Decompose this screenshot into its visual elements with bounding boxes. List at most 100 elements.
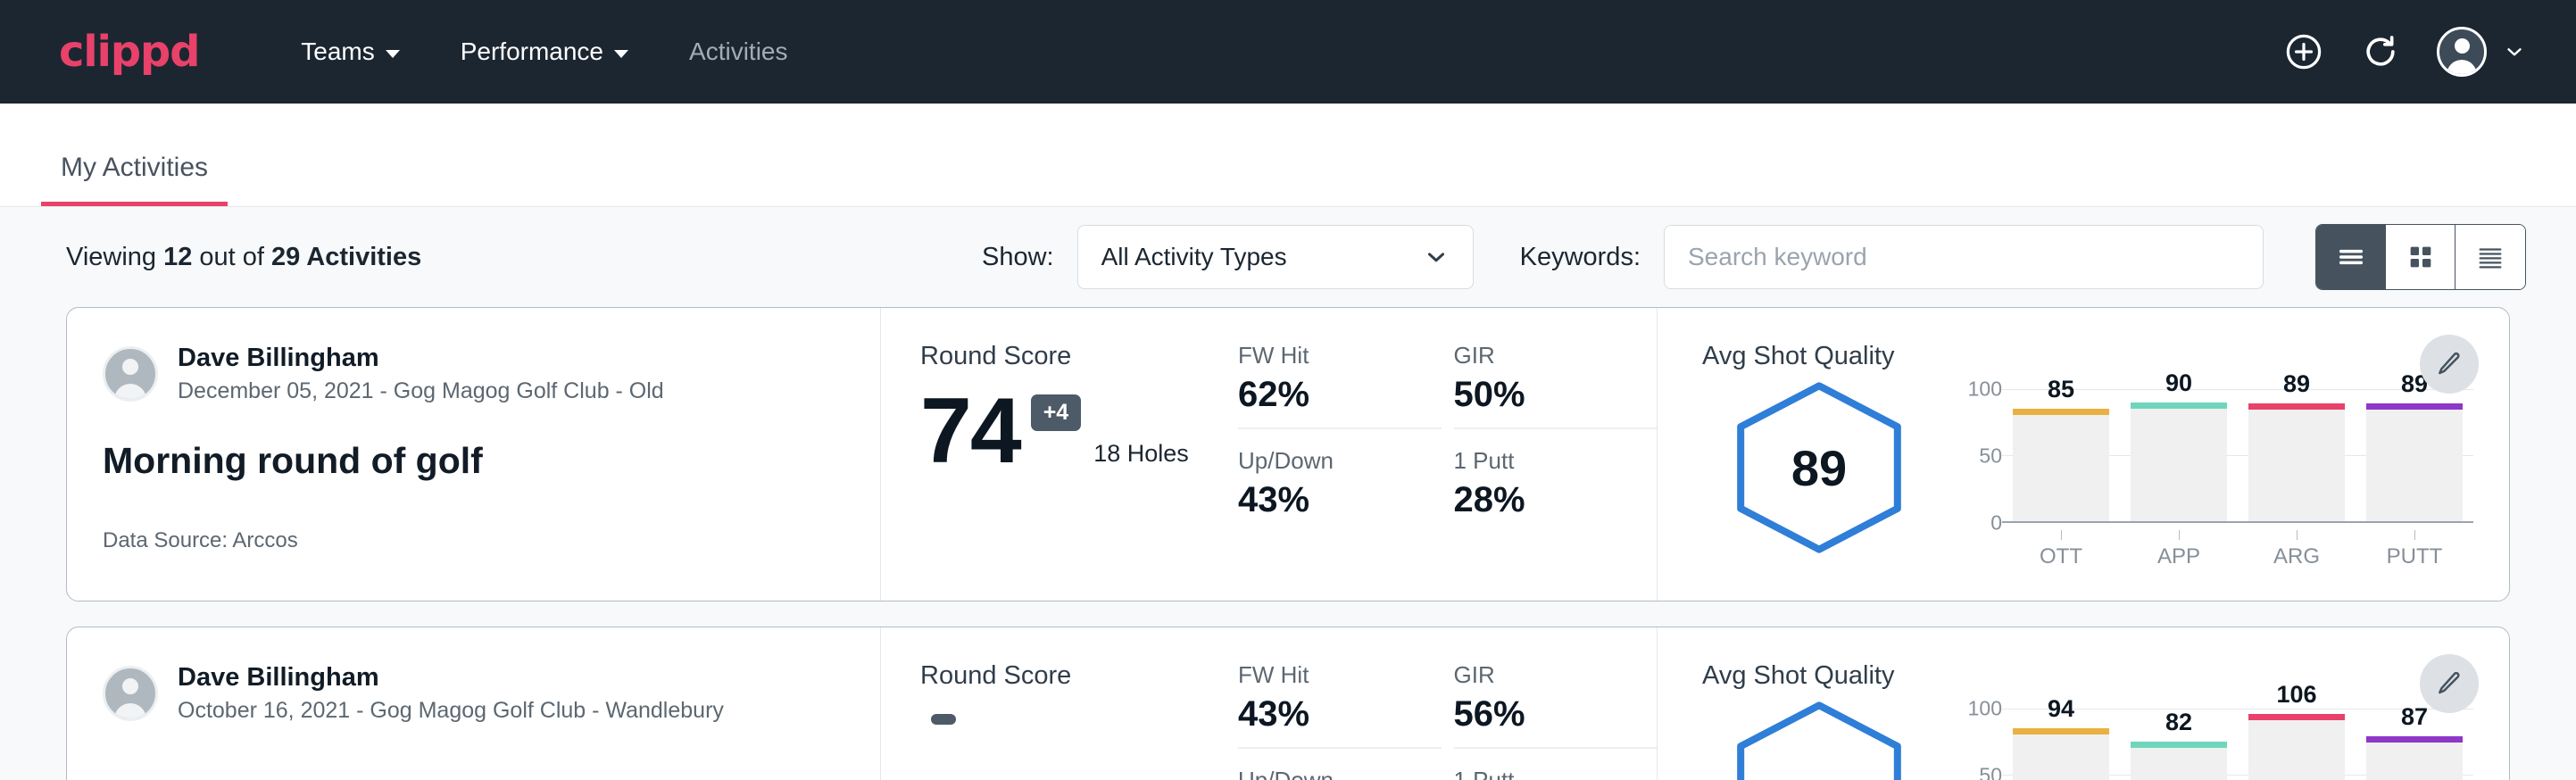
activity-summary: Dave Billingham December 05, 2021 - Gog … (67, 308, 881, 601)
chart-x-labels: OTT APP ARG PUTT (2002, 530, 2473, 569)
player-name: Dave Billingham (178, 661, 724, 693)
pencil-icon (2435, 350, 2464, 378)
activity-card[interactable]: Dave Billingham December 05, 2021 - Gog … (66, 307, 2510, 602)
list-icon (2336, 242, 2366, 272)
player-header: Dave Billingham December 05, 2021 - Gog … (103, 342, 844, 406)
bar-value: 90 (2131, 369, 2227, 397)
x-label: APP (2131, 530, 2227, 569)
viewing-count-text: Viewing 12 out of 29 Activities (66, 243, 421, 272)
bar: 89 (2366, 403, 2463, 521)
bar-cap (2366, 736, 2463, 743)
chart-y-axis: 100 50 0 (1952, 709, 2002, 780)
activity-meta: October 16, 2021 - Gog Magog Golf Club -… (178, 696, 724, 726)
page-tab-bar: My Activities (0, 104, 2576, 207)
viewing-count: 12 (163, 243, 192, 271)
y-tick: 50 (1979, 764, 2002, 780)
activity-card[interactable]: Dave Billingham October 16, 2021 - Gog M… (66, 626, 2510, 780)
stat-label: GIR (1454, 342, 1627, 369)
round-score-label: Round Score (920, 661, 1238, 691)
bar-cap (2131, 742, 2227, 748)
bar-value: 85 (2013, 376, 2109, 403)
avatar (103, 666, 158, 721)
grid-view-button[interactable] (2386, 225, 2456, 289)
app-logo[interactable]: clippd (59, 27, 199, 77)
round-stats-block: FW Hit 62% GIR 50% Up/Down 43% 1 Putt 28… (1238, 308, 1658, 601)
stat-gir: GIR 56% (1454, 661, 1658, 749)
nav-item-performance-label: Performance (461, 0, 603, 104)
avatar (103, 346, 158, 402)
nav-item-performance[interactable]: Performance (430, 0, 659, 104)
stat-up-down: Up/Down (1238, 767, 1442, 780)
grid-icon (2406, 242, 2436, 272)
list-view-button[interactable] (2316, 225, 2386, 289)
stat-label: FW Hit (1238, 661, 1411, 689)
round-score-block: Round Score (881, 627, 1238, 780)
y-tick: 100 (1968, 697, 2002, 721)
edit-activity-button[interactable] (2420, 335, 2479, 394)
bar-value: 82 (2131, 709, 2227, 736)
shot-quality-block: Avg Shot Quality 100 50 0 (1658, 627, 2509, 780)
bar-cap (2013, 728, 2109, 734)
activity-type-select[interactable]: All Activity Types (1077, 225, 1474, 289)
activity-list: Dave Billingham December 05, 2021 - Gog … (0, 307, 2576, 780)
user-menu[interactable] (2437, 27, 2526, 77)
stat-label: Up/Down (1238, 767, 1411, 780)
stat-fw-hit: FW Hit 62% (1238, 342, 1442, 429)
tab-my-activities[interactable]: My Activities (41, 153, 228, 206)
stat-value: 50% (1454, 375, 1627, 415)
bar-value: 89 (2248, 370, 2345, 398)
shot-quality-body: 100 50 0 (1702, 698, 2473, 780)
shot-quality-chart: 100 50 0 (1952, 709, 2473, 780)
round-score-block: Round Score 74 +4 18 Holes (881, 308, 1238, 601)
nav-item-activities-label: Activities (689, 0, 787, 104)
chevron-down-icon (2503, 40, 2526, 63)
stat-up-down: Up/Down 43% (1238, 447, 1442, 520)
shot-quality-hexagon: 89 (1725, 378, 1913, 557)
round-score-label: Round Score (920, 342, 1238, 371)
show-label: Show: (982, 243, 1054, 272)
round-score-value: 74 (920, 389, 1020, 475)
x-label: PUTT (2366, 530, 2463, 569)
stat-label: FW Hit (1238, 342, 1411, 369)
activity-title: Morning round of golf (103, 440, 844, 482)
stat-label: Up/Down (1238, 447, 1411, 475)
nav-item-teams[interactable]: Teams (270, 0, 429, 104)
stat-value: 56% (1454, 694, 1627, 734)
activity-summary: Dave Billingham October 16, 2021 - Gog M… (67, 627, 881, 780)
bar-cap (2248, 403, 2345, 410)
activity-meta: December 05, 2021 - Gog Magog Golf Club … (178, 377, 664, 406)
toolbar-controls: Show: All Activity Types Keywords: Searc… (982, 224, 2526, 290)
bar-cap (2366, 403, 2463, 410)
shot-quality-label: Avg Shot Quality (1702, 661, 2473, 691)
viewing-suffix: Activities (300, 243, 421, 271)
bar: 106 (2248, 714, 2345, 780)
stat-one-putt: 1 Putt (1454, 767, 1658, 780)
bar-putt: 87 (2366, 709, 2463, 780)
bar-arg: 106 (2248, 709, 2345, 780)
round-stats-grid: FW Hit 62% GIR 50% Up/Down 43% 1 Putt 28… (1238, 342, 1657, 520)
top-navigation-bar: clippd Teams Performance Activities (0, 0, 2576, 104)
bar-arg: 89 (2248, 389, 2345, 521)
activity-data-source: Data Source: Arccos (103, 528, 844, 553)
chevron-down-icon (614, 50, 628, 58)
chart-bars: 94 82 (2002, 709, 2473, 780)
primary-nav: Teams Performance Activities (270, 0, 818, 104)
compact-view-button[interactable] (2456, 225, 2525, 289)
round-score-row: 74 +4 18 Holes (920, 389, 1238, 475)
nav-item-activities[interactable]: Activities (659, 0, 818, 104)
shot-quality-hexagon (1725, 698, 1913, 780)
refresh-icon[interactable] (2360, 31, 2401, 72)
round-stats-block: FW Hit 43% GIR 56% Up/Down 1 Putt (1238, 627, 1658, 780)
bar-value: 94 (2013, 695, 2109, 723)
activity-type-select-value: All Activity Types (1101, 243, 1287, 271)
chart-x-axis: OTT APP ARG PUTT (1952, 523, 2473, 569)
shot-quality-body: 89 100 50 0 (1702, 378, 2473, 569)
bar-cap (2131, 402, 2227, 409)
bar: 85 (2013, 409, 2109, 521)
shot-quality-value: 89 (1725, 378, 1913, 557)
stat-fw-hit: FW Hit 43% (1238, 661, 1442, 749)
plus-circle-icon[interactable] (2283, 31, 2324, 72)
bar-cap (2013, 409, 2109, 415)
search-input[interactable]: Search keyword (1664, 225, 2264, 289)
edit-activity-button[interactable] (2420, 654, 2479, 713)
